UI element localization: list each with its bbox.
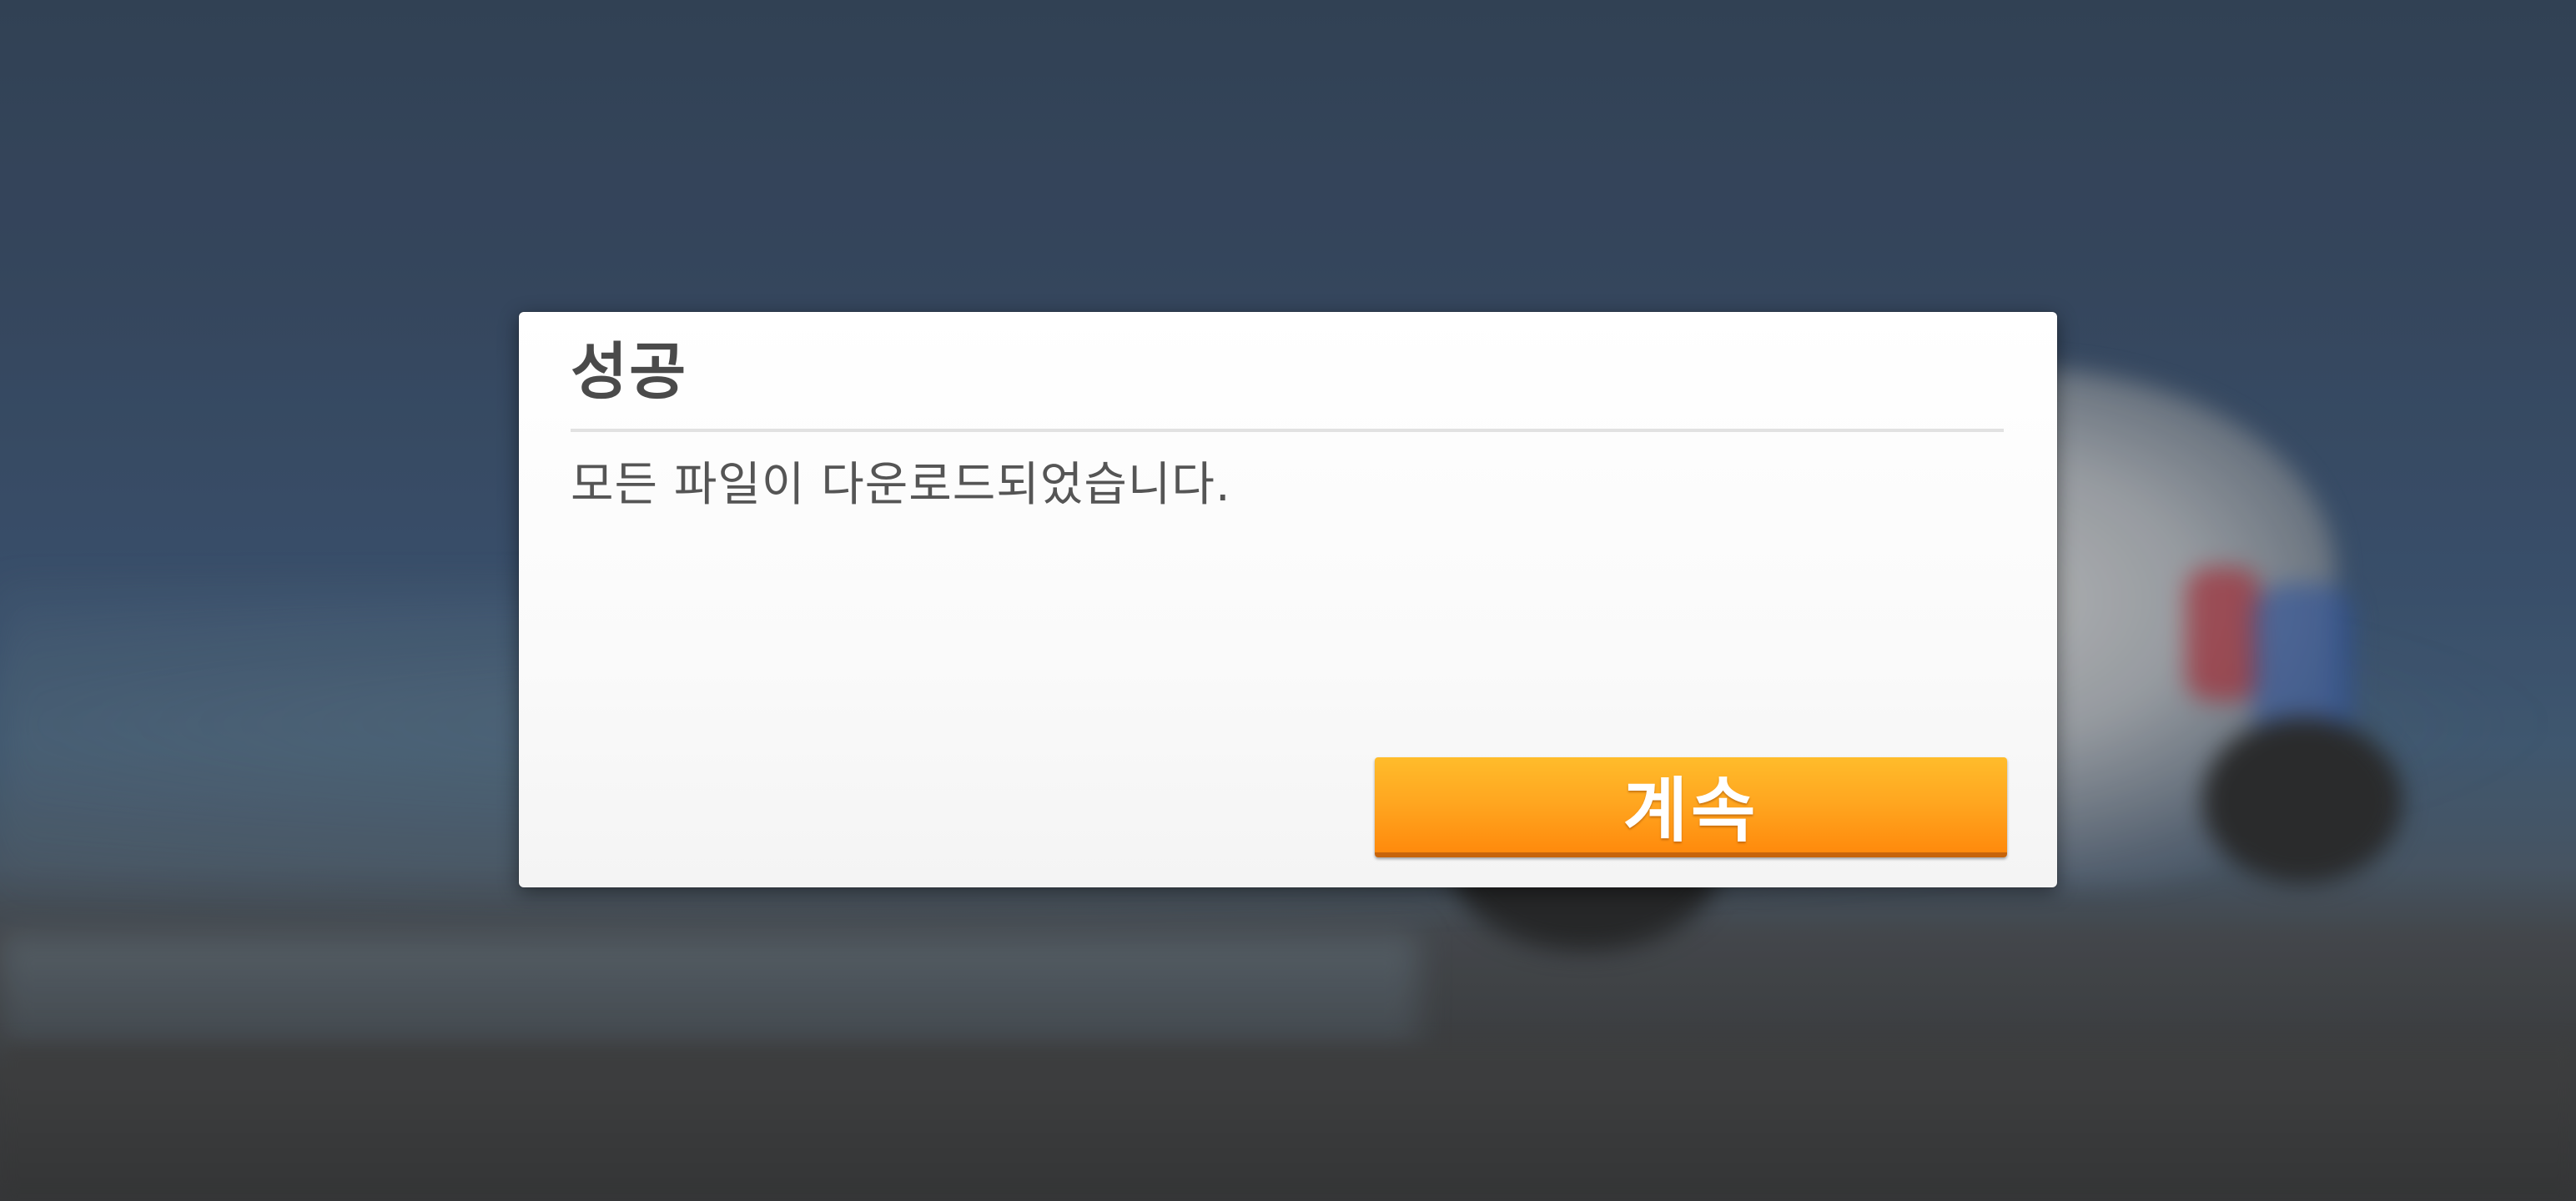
title-divider	[571, 429, 2004, 432]
continue-button[interactable]: 계속	[1375, 757, 2007, 857]
game-screen: 성공 모든 파일이 다운로드되었습니다. 계속	[0, 0, 2576, 1201]
dialog-title: 성공	[571, 336, 688, 408]
success-dialog: 성공 모든 파일이 다운로드되었습니다. 계속	[519, 312, 2057, 887]
continue-button-label: 계속	[1623, 769, 1759, 852]
dialog-message: 모든 파일이 다운로드되었습니다.	[571, 458, 1231, 512]
